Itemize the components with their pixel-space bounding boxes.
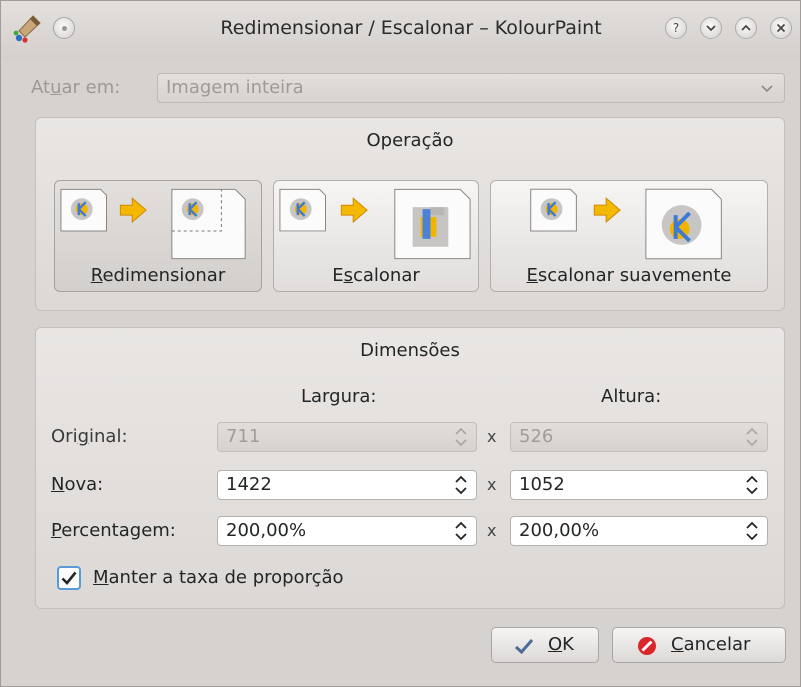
ok-button[interactable]: OK bbox=[491, 627, 599, 663]
checkmark-icon bbox=[61, 571, 77, 585]
minimize-button[interactable] bbox=[700, 17, 722, 39]
original-height-spinbox: 526 bbox=[510, 422, 768, 452]
label-mnemonic: s bbox=[343, 265, 353, 286]
chevron-up-icon bbox=[741, 24, 751, 31]
close-icon bbox=[776, 23, 786, 33]
scale-illustration-icon bbox=[279, 188, 471, 260]
new-width-spinbox[interactable]: 1422 bbox=[217, 470, 477, 500]
original-width-value: 711 bbox=[226, 426, 261, 447]
original-width-spinbox: 711 bbox=[217, 422, 477, 452]
label-mnemonic: E bbox=[526, 265, 538, 286]
width-header: Largura: bbox=[301, 386, 377, 407]
keep-aspect-checkbox[interactable] bbox=[57, 566, 81, 590]
cancel-icon bbox=[638, 637, 656, 655]
new-size-label: Nova: bbox=[51, 471, 103, 499]
checkmark-icon bbox=[514, 639, 534, 655]
original-height-value: 526 bbox=[519, 426, 554, 447]
window-title: Redimensionar / Escalonar – KolourPaint bbox=[220, 17, 602, 39]
dimension-separator: x bbox=[487, 475, 497, 494]
label-mnemonic: O bbox=[548, 634, 563, 655]
apply-to-label: Atuar em: bbox=[31, 73, 120, 103]
percent-height-value: 200,00% bbox=[519, 520, 600, 541]
apply-to-value: Imagem inteira bbox=[166, 77, 304, 98]
dimensions-title: Dimensões bbox=[360, 340, 460, 361]
label-mnemonic: u bbox=[50, 77, 62, 98]
percentage-label: Percentagem: bbox=[51, 517, 176, 545]
label-mnemonic: g bbox=[77, 426, 90, 447]
label-part: ar em: bbox=[61, 77, 121, 98]
ok-label: OK bbox=[548, 628, 574, 662]
height-header: Altura: bbox=[601, 386, 662, 407]
label-mnemonic: C bbox=[671, 634, 684, 655]
new-height-value: 1052 bbox=[519, 474, 565, 495]
label-part: edimensionar bbox=[102, 265, 226, 286]
new-height-spinbox[interactable]: 1052 bbox=[510, 470, 768, 500]
chevron-down-icon bbox=[706, 25, 716, 32]
label-part: ova: bbox=[64, 474, 104, 495]
smooth-scale-label: Escalonar suavemente bbox=[491, 263, 767, 289]
label-part: inal: bbox=[89, 426, 128, 447]
label-part: anter a taxa de proporção bbox=[108, 567, 344, 588]
operation-title: Operação bbox=[366, 130, 454, 151]
cancel-button[interactable]: Cancelar bbox=[612, 627, 786, 663]
label-mnemonic: N bbox=[51, 474, 65, 495]
apply-to-combo[interactable]: Imagem inteira bbox=[157, 73, 785, 103]
label-mnemonic: R bbox=[90, 265, 103, 286]
smooth-scale-illustration-icon bbox=[530, 188, 722, 260]
original-label: Original: bbox=[51, 423, 128, 451]
spin-arrows-icon bbox=[455, 427, 467, 447]
on-all-desktops-button[interactable] bbox=[53, 17, 75, 39]
title-bar[interactable]: Redimensionar / Escalonar – KolourPaint … bbox=[1, 1, 800, 59]
resize-label: Redimensionar bbox=[55, 263, 261, 289]
scale-label: Escalonar bbox=[274, 263, 478, 289]
smooth-scale-button[interactable]: Escalonar suavemente bbox=[490, 180, 768, 292]
dimension-separator: x bbox=[487, 427, 497, 446]
cancel-label: Cancelar bbox=[671, 628, 750, 662]
kolourpaint-app-icon[interactable] bbox=[13, 13, 43, 43]
scale-button[interactable]: Escalonar bbox=[273, 180, 479, 292]
label-part: At bbox=[31, 77, 51, 98]
label-part: K bbox=[562, 634, 574, 655]
keep-aspect-label[interactable]: Manter a taxa de proporção bbox=[93, 563, 344, 593]
label-part: Ori bbox=[51, 426, 78, 447]
label-mnemonic: M bbox=[93, 567, 109, 588]
percent-width-spinbox[interactable]: 200,00% bbox=[217, 516, 477, 546]
new-width-value: 1422 bbox=[226, 474, 272, 495]
close-button[interactable] bbox=[770, 17, 792, 39]
resize-scale-dialog: Redimensionar / Escalonar – KolourPaint … bbox=[0, 0, 801, 687]
resize-button[interactable]: Redimensionar bbox=[54, 180, 262, 292]
percent-height-spinbox[interactable]: 200,00% bbox=[510, 516, 768, 546]
label-mnemonic: P bbox=[51, 520, 62, 541]
chevron-down-icon bbox=[760, 74, 774, 113]
spin-arrows-icon[interactable] bbox=[454, 520, 468, 542]
label-part: E bbox=[332, 265, 344, 286]
spin-arrows-icon[interactable] bbox=[745, 474, 759, 496]
spin-arrows-icon[interactable] bbox=[745, 520, 759, 542]
label-part: scalonar suavemente bbox=[537, 265, 732, 286]
spin-arrows-icon bbox=[746, 427, 758, 447]
maximize-button[interactable] bbox=[735, 17, 757, 39]
help-button[interactable]: ? bbox=[665, 17, 687, 39]
resize-illustration-icon bbox=[60, 188, 246, 260]
label-part: calonar bbox=[352, 265, 420, 286]
label-part: ercentagem: bbox=[61, 520, 176, 541]
label-part: ancelar bbox=[683, 634, 751, 655]
dimension-separator: x bbox=[487, 521, 497, 540]
percent-width-value: 200,00% bbox=[226, 520, 307, 541]
operation-group: Operação Redimensionar Escalonar Escalon… bbox=[35, 117, 785, 311]
spin-arrows-icon[interactable] bbox=[454, 474, 468, 496]
